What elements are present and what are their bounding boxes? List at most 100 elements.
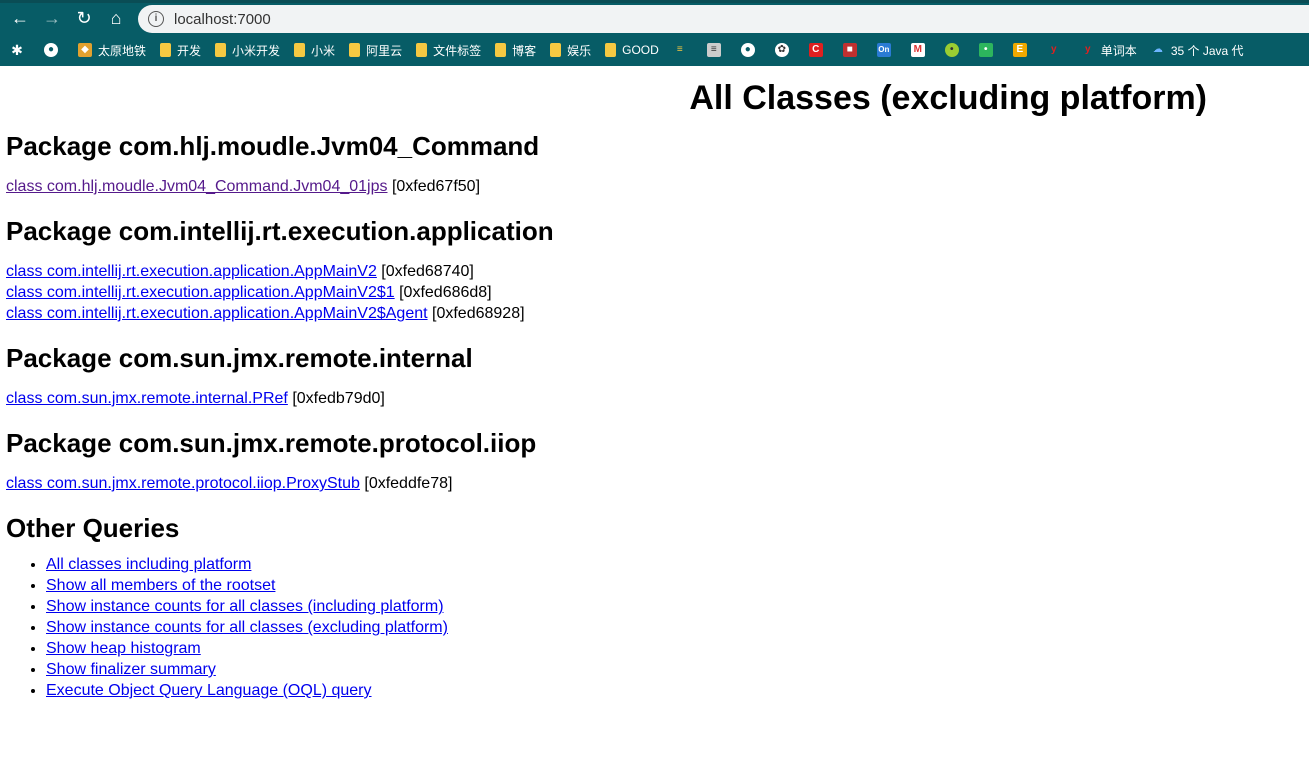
film-icon: ✿ (774, 43, 789, 57)
chat-icon: • (944, 43, 959, 57)
bookmark-label: GOOD (622, 43, 659, 57)
database-icon: ≡ (706, 43, 721, 57)
folder-icon (605, 43, 617, 57)
class-address: [0xfed67f50] (387, 178, 481, 195)
folder-icon (294, 43, 306, 57)
query-link[interactable]: Show instance counts for all classes (in… (46, 598, 444, 615)
other-queries-section: Other Queries All classes including plat… (6, 512, 1303, 701)
package-section: Package com.sun.jmx.remote.protocol.iiop… (6, 427, 1303, 494)
bookmark-label: 太原地铁 (98, 43, 147, 58)
bookmark-folder[interactable]: 小米开发 (215, 42, 280, 59)
bookmark-icon-only[interactable]: • (944, 43, 965, 57)
bookmark-icon-only[interactable]: M (910, 43, 931, 57)
class-address: [0xfedb79d0] (287, 390, 385, 407)
home-icon[interactable]: ⌂ (104, 7, 128, 31)
bookmark-label: 文件标签 (433, 43, 482, 58)
query-link[interactable]: All classes including platform (46, 556, 251, 573)
bookmark-folder[interactable]: 开发 (160, 42, 201, 59)
class-address: [0xfeddfe78] (359, 475, 453, 492)
package-section: Package com.sun.jmx.remote.internal clas… (6, 342, 1303, 409)
bookmark-label: 阿里云 (366, 43, 403, 58)
package-heading: Package com.sun.jmx.remote.protocol.iiop (6, 428, 537, 458)
class-address: [0xfed68740] (376, 263, 474, 280)
bookmark-folder[interactable]: 娱乐 (550, 42, 591, 59)
folder-icon (416, 43, 428, 57)
list-item: Show instance counts for all classes (ex… (46, 617, 1303, 638)
bookmark-icon-only[interactable]: ● (740, 43, 761, 57)
address-bar[interactable]: i localhost:7000 (138, 5, 1309, 33)
url-text[interactable]: localhost:7000 (174, 11, 271, 28)
query-link[interactable]: Show heap histogram (46, 640, 201, 657)
back-arrow-icon[interactable]: ← (8, 7, 32, 31)
e-icon: E (1012, 43, 1027, 57)
cloud-icon: ☁ (1152, 44, 1163, 55)
browser-toolbar: ← → ↻ ⌂ i localhost:7000 (0, 0, 1309, 34)
class-address: [0xfed68928] (427, 305, 525, 322)
bookmark-folder[interactable]: 小米 (294, 42, 335, 59)
other-queries-heading: Other Queries (6, 513, 180, 543)
query-link[interactable]: Execute Object Query Language (OQL) quer… (46, 682, 372, 699)
bookmark-github[interactable]: ● (44, 43, 64, 57)
list-item: Show all members of the rootset (46, 575, 1303, 596)
bookmark-icon-only[interactable]: • (978, 43, 999, 57)
bookmarks-bar: ✱ ● ◆ 太原地铁 开发 小米开发 小米 阿里云 文件标签 博客 娱乐 GOO… (0, 34, 1309, 66)
class-link[interactable]: class com.intellij.rt.execution.applicat… (6, 263, 377, 280)
page-content: All Classes (excluding platform) Package… (0, 78, 1309, 701)
bookmark-icon-only[interactable]: E (1012, 43, 1033, 57)
class-link[interactable]: class com.sun.jmx.remote.internal.PRef (6, 390, 288, 407)
list-item: Show heap histogram (46, 638, 1303, 659)
list-item: Show finalizer summary (46, 659, 1303, 680)
reload-icon[interactable]: ↻ (72, 7, 96, 31)
folder-icon (215, 43, 227, 57)
query-link[interactable]: Show all members of the rootset (46, 577, 275, 594)
query-link[interactable]: Show instance counts for all classes (ex… (46, 619, 448, 636)
package-section: Package com.intellij.rt.execution.applic… (6, 215, 1303, 324)
other-queries-list: All classes including platform Show all … (6, 554, 1303, 701)
bookmark-icon-only[interactable]: y (1047, 43, 1067, 57)
folder-icon: ◆ (78, 43, 92, 57)
bookmark-label: 35 个 Java 代 (1170, 43, 1244, 58)
csdn-icon: C (808, 43, 823, 57)
bookmark-folder[interactable]: 文件标签 (416, 42, 481, 59)
green-app-icon: • (978, 43, 993, 57)
list-item: All classes including platform (46, 554, 1303, 575)
site-info-icon[interactable]: i (148, 11, 164, 27)
class-entry: class com.intellij.rt.execution.applicat… (6, 282, 1303, 303)
bookmark-folder[interactable]: ◆ 太原地铁 (78, 42, 146, 59)
bookmark-label: 小米开发 (232, 43, 281, 58)
folder-icon (349, 43, 361, 57)
bookmark-extensions[interactable]: ✱ (10, 43, 30, 57)
package-heading: Package com.sun.jmx.remote.internal (6, 343, 473, 373)
class-link[interactable]: class com.intellij.rt.execution.applicat… (6, 284, 395, 301)
class-link[interactable]: class com.sun.jmx.remote.protocol.iiop.P… (6, 475, 360, 492)
bookmark-label: 单词本 (1100, 43, 1137, 58)
class-entry: class com.hlj.moudle.Jvm04_Command.Jvm04… (6, 176, 1303, 197)
bookmark-icon-only[interactable]: ≡ (706, 43, 727, 57)
query-link[interactable]: Show finalizer summary (46, 661, 216, 678)
bookmark-folder[interactable]: 博客 (495, 42, 536, 59)
code-icon: ≡ (676, 44, 683, 55)
bookmark-icon-only[interactable]: ≡ (673, 43, 693, 57)
class-link[interactable]: class com.hlj.moudle.Jvm04_Command.Jvm04… (6, 178, 388, 195)
bookmark-icon-only[interactable]: C (808, 43, 829, 57)
bookmark-folder[interactable]: GOOD (605, 43, 659, 57)
bookmark-wordbook[interactable]: y 单词本 (1081, 42, 1137, 59)
bookmark-folder[interactable]: 阿里云 (349, 42, 402, 59)
page-title: All Classes (excluding platform) (689, 79, 1207, 117)
forward-arrow-icon[interactable]: → (40, 7, 64, 31)
bookmark-label: 小米 (311, 43, 336, 58)
folder-icon (550, 43, 562, 57)
class-link[interactable]: class com.intellij.rt.execution.applicat… (6, 305, 428, 322)
class-entry: class com.intellij.rt.execution.applicat… (6, 303, 1303, 324)
bookmark-icon-only[interactable]: On (876, 43, 897, 57)
package-heading: Package com.intellij.rt.execution.applic… (6, 216, 554, 246)
class-entry: class com.sun.jmx.remote.protocol.iiop.P… (6, 473, 1303, 494)
bookmark-label: 博客 (512, 43, 537, 58)
github-icon: ● (740, 43, 755, 57)
bookmark-icon-only[interactable]: ■ (842, 43, 863, 57)
bookmark-icon-only[interactable]: ✿ (774, 43, 795, 57)
bookmark-java[interactable]: ☁ 35 个 Java 代 (1151, 42, 1244, 59)
bookmark-label: 娱乐 (567, 43, 592, 58)
list-item: Execute Object Query Language (OQL) quer… (46, 680, 1303, 701)
class-entry: class com.sun.jmx.remote.internal.PRef [… (6, 388, 1303, 409)
